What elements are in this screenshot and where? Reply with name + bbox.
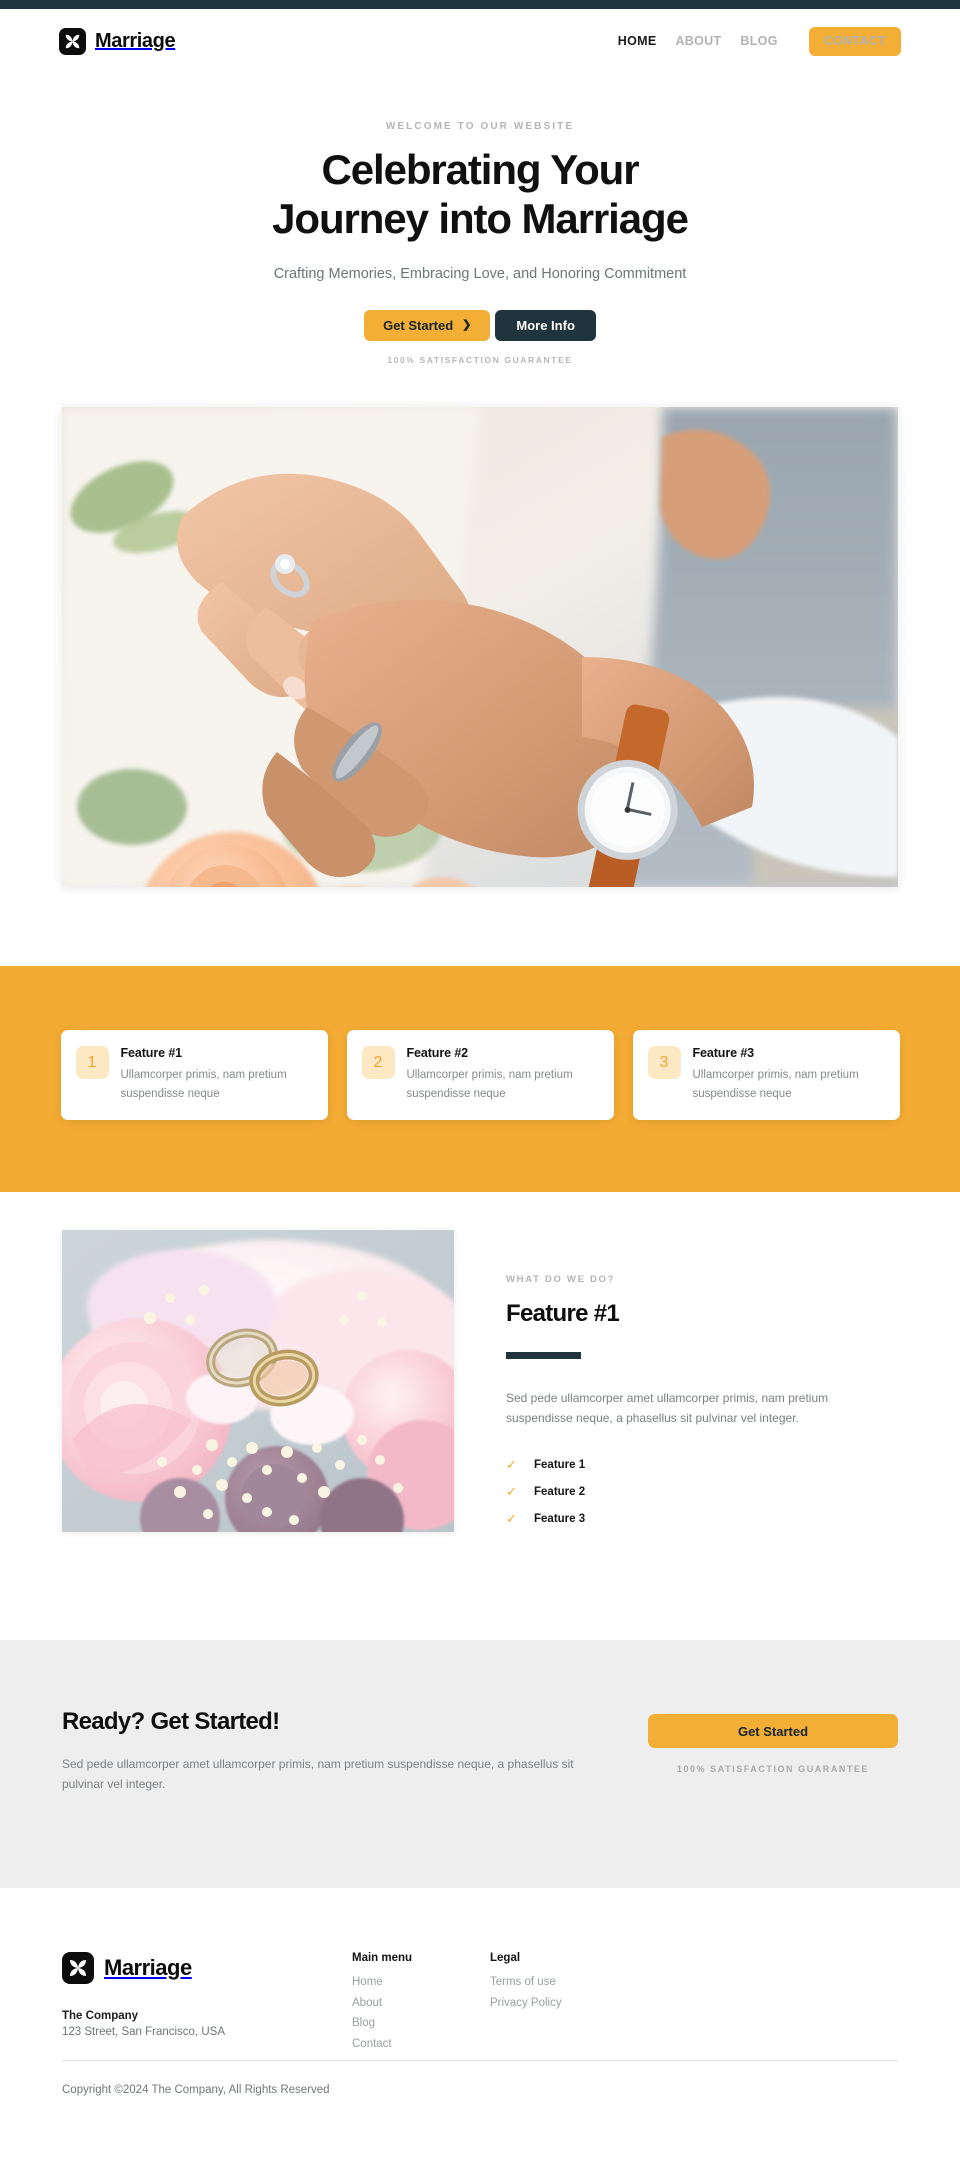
top-accent-strip (0, 0, 960, 9)
hero-title: Celebrating Your Journey into Marriage (0, 146, 960, 243)
footer-brand-name: Marriage (104, 1955, 192, 1980)
nav-item-about[interactable]: ABOUT (675, 34, 721, 48)
couple-hands-with-rings-photo (62, 407, 898, 888)
feature-card[interactable]: 1 Feature #1 Ullamcorper primis, nam pre… (60, 1030, 328, 1121)
pinwheel-logo-icon (59, 27, 86, 55)
more-info-button[interactable]: More Info (495, 310, 596, 342)
feature-number-badge: 2 (361, 1046, 395, 1079)
footer-company-name: The Company (62, 2010, 139, 2022)
nav-item-blog[interactable]: BLOG (740, 34, 777, 48)
feature-card-text: Ullamcorper primis, nam pretium suspendi… (120, 1069, 287, 1100)
feature-number-badge: 3 (647, 1046, 681, 1079)
feature-card[interactable]: 3 Feature #3 Ullamcorper primis, nam pre… (632, 1030, 900, 1121)
site-footer: Marriage The Company 123 Street, San Fra… (0, 1888, 960, 2162)
footer-column-main-menu: Main menu Home About Blog Contact (352, 1952, 490, 2058)
what-we-do-paragraph: Sed pede ullamcorper amet ullamcorper pr… (506, 1391, 829, 1425)
feature-card-text: Ullamcorper primis, nam pretium suspendi… (406, 1069, 573, 1100)
checklist-item: ✓ Feature 3 (506, 1509, 876, 1529)
hero-button-group: Get Started ❯ More Info (0, 310, 960, 342)
what-we-do-image (62, 1230, 454, 1532)
checklist-item-label: Feature 2 (534, 1485, 586, 1498)
cta-guarantee-text: 100% SATISFACTION GUARANTEE (676, 1764, 870, 1774)
footer-columns: Marriage The Company 123 Street, San Fra… (62, 1952, 898, 2058)
hero-title-line-1: Celebrating Your (321, 146, 640, 193)
hero-guarantee-text: 100% SATISFACTION GUARANTEE (387, 355, 573, 366)
brand-logo-link[interactable]: Marriage (59, 27, 176, 55)
nav-item-home[interactable]: HOME (618, 34, 657, 48)
brand-name: Marriage (95, 29, 176, 52)
pinwheel-logo-icon (62, 1952, 94, 1984)
feature-card[interactable]: 2 Feature #2 Ullamcorper primis, nam pre… (346, 1030, 614, 1121)
feature-card-text: Ullamcorper primis, nam pretium suspendi… (692, 1069, 859, 1100)
footer-column-heading: Main menu (352, 1952, 413, 1964)
footer-column-legal: Legal Terms of use Privacy Policy (490, 1952, 628, 2058)
hero-eyebrow: WELCOME TO OUR WEBSITE (385, 121, 575, 132)
check-icon: ✓ (506, 1457, 517, 1473)
cta-title: Ready? Get Started! (62, 1708, 280, 1735)
checklist-item-label: Feature 1 (534, 1458, 586, 1471)
wedding-rings-on-flowers-photo (62, 1230, 454, 1532)
cta-section: Ready? Get Started! Sed pede ullamcorper… (0, 1640, 960, 1888)
footer-link-terms-of-use[interactable]: Terms of use (490, 1975, 628, 1990)
feature-checklist: ✓ Feature 1 ✓ Feature 2 ✓ Feature 3 (506, 1455, 876, 1529)
footer-brand-block: Marriage The Company 123 Street, San Fra… (62, 1952, 352, 2058)
footer-copyright: Copyright ©2024 The Company, All Rights … (62, 2084, 330, 2096)
feature-card-title: Feature #3 (692, 1046, 755, 1060)
contact-button[interactable]: CONTACT (808, 26, 901, 56)
title-underline-rule (506, 1352, 581, 1359)
site-header: Marriage HOME ABOUT BLOG CONTACT (0, 9, 960, 73)
checklist-item: ✓ Feature 1 (506, 1455, 876, 1475)
cta-paragraph: Sed pede ullamcorper amet ullamcorper pr… (62, 1757, 574, 1792)
what-we-do-section: WHAT DO WE DO? Feature #1 Sed pede ullam… (0, 1230, 960, 1536)
hero-title-line-2: Journey into Marriage (272, 194, 689, 242)
what-we-do-eyebrow: WHAT DO WE DO? (506, 1274, 616, 1285)
get-started-label: Get Started (383, 318, 454, 334)
hero-image (62, 407, 898, 888)
footer-column-heading: Legal (490, 1952, 521, 1964)
cta-get-started-button[interactable]: Get Started (648, 1714, 898, 1748)
footer-link-home[interactable]: Home (352, 1975, 490, 1990)
feature-number-badge: 1 (75, 1046, 109, 1079)
chevron-right-icon: ❯ (462, 319, 472, 332)
cta-action-block: Get Started 100% SATISFACTION GUARANTEE (648, 1708, 898, 1774)
hero-section: WELCOME TO OUR WEBSITE Celebrating Your … (0, 73, 960, 888)
what-we-do-title: Feature #1 (506, 1300, 620, 1327)
get-started-button[interactable]: Get Started ❯ (364, 310, 491, 342)
check-icon: ✓ (506, 1511, 517, 1527)
check-icon: ✓ (506, 1484, 517, 1500)
footer-address: 123 Street, San Francisco, USA (62, 2026, 225, 2038)
footer-divider (62, 2060, 898, 2061)
feature-card-list: 1 Feature #1 Ullamcorper primis, nam pre… (0, 1030, 960, 1121)
footer-link-contact[interactable]: Contact (352, 2037, 490, 2052)
what-we-do-content: WHAT DO WE DO? Feature #1 Sed pede ullam… (506, 1230, 876, 1536)
footer-link-blog[interactable]: Blog (352, 2016, 490, 2031)
footer-link-about[interactable]: About (352, 1996, 490, 2011)
feature-card-title: Feature #1 (120, 1046, 183, 1060)
hero-subtitle: Crafting Memories, Embracing Love, and H… (273, 266, 687, 283)
footer-link-privacy-policy[interactable]: Privacy Policy (490, 1996, 628, 2011)
primary-nav: HOME ABOUT BLOG CONTACT (618, 26, 901, 56)
feature-card-title: Feature #2 (406, 1046, 469, 1060)
checklist-item-label: Feature 3 (534, 1512, 586, 1525)
footer-brand-link[interactable]: Marriage (62, 1952, 352, 1984)
cta-text-block: Ready? Get Started! Sed pede ullamcorper… (62, 1708, 648, 1794)
checklist-item: ✓ Feature 2 (506, 1482, 876, 1502)
